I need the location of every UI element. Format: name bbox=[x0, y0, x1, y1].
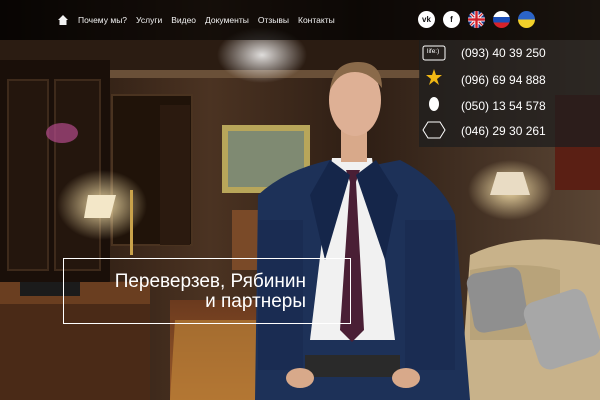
firm-title-box: Переверзев, Рябинин и партнеры bbox=[63, 258, 351, 324]
nav-link-documents[interactable]: Документы bbox=[205, 15, 249, 25]
vk-icon[interactable]: vk bbox=[418, 11, 435, 28]
phone-cdma[interactable]: (046) 29 30 261 bbox=[461, 124, 546, 138]
phone-mts[interactable]: (050) 13 54 578 bbox=[461, 99, 546, 113]
top-navigation-bar: Почему мы? Услуги Видео Документы Отзывы… bbox=[0, 0, 600, 40]
social-and-language: vk f bbox=[418, 11, 543, 28]
main-menu: Почему мы? Услуги Видео Документы Отзывы… bbox=[56, 13, 344, 27]
kyivstar-operator-icon bbox=[422, 68, 446, 88]
mts-operator-icon bbox=[422, 95, 446, 115]
phone-kyivstar[interactable]: (096) 69 94 888 bbox=[461, 73, 546, 87]
life-operator-icon: life:) bbox=[422, 43, 446, 63]
contacts-panel: life:) (093) 40 39 250 (096) 69 94 888 (… bbox=[419, 40, 600, 147]
cdma-operator-icon bbox=[422, 120, 446, 140]
facebook-icon-text: f bbox=[450, 15, 453, 24]
firm-title-line1: Переверзев, Рябинин bbox=[114, 271, 306, 292]
facebook-icon[interactable]: f bbox=[443, 11, 460, 28]
flag-ru-icon[interactable] bbox=[493, 11, 510, 28]
life-operator-label: life:) bbox=[427, 48, 440, 55]
nav-link-video[interactable]: Видео bbox=[171, 15, 196, 25]
phone-life[interactable]: (093) 40 39 250 bbox=[461, 46, 546, 60]
home-icon[interactable] bbox=[56, 13, 70, 27]
firm-title-line2: и партнеры bbox=[205, 291, 306, 312]
nav-link-reviews[interactable]: Отзывы bbox=[258, 15, 289, 25]
nav-link-services[interactable]: Услуги bbox=[136, 15, 162, 25]
nav-link-why-us[interactable]: Почему мы? bbox=[78, 15, 127, 25]
flag-uk-icon[interactable] bbox=[468, 11, 485, 28]
nav-link-contacts[interactable]: Контакты bbox=[298, 15, 335, 25]
flag-ua-icon[interactable] bbox=[518, 11, 535, 28]
vk-icon-text: vk bbox=[422, 15, 431, 24]
